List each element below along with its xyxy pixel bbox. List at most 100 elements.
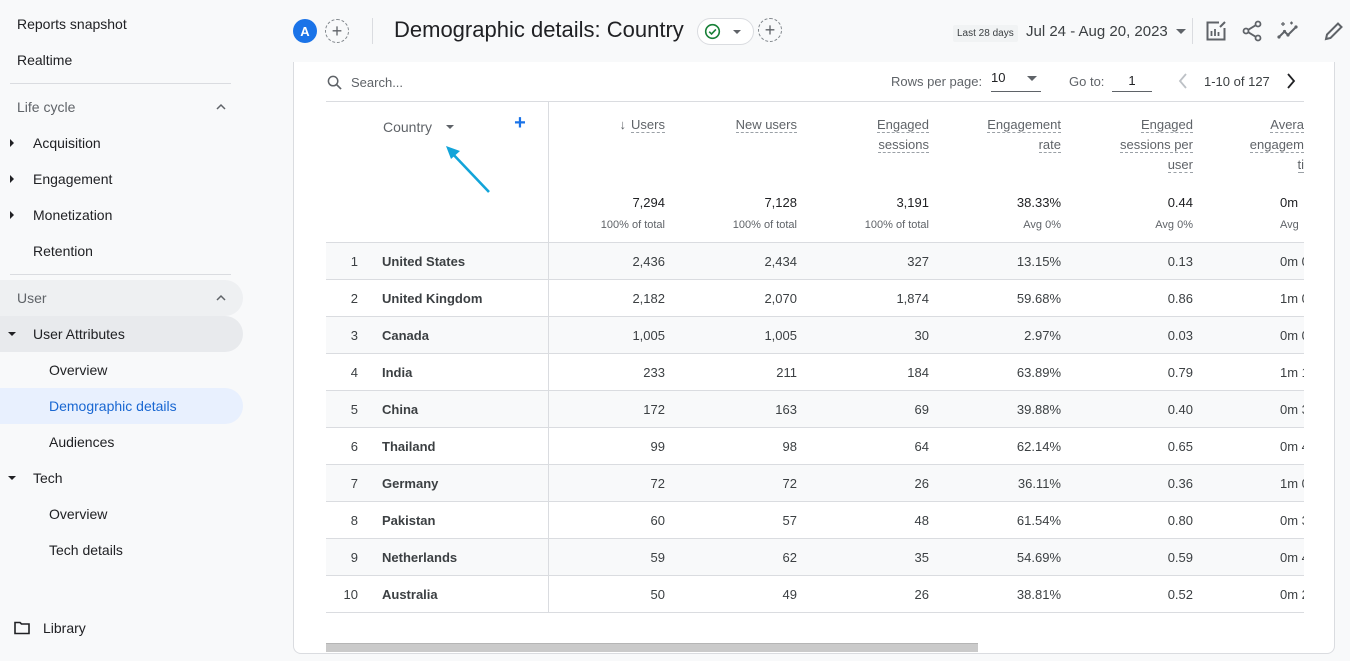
metric-cell: 2,070 — [764, 291, 797, 306]
metric-cell: 13.15% — [1016, 254, 1061, 269]
sidebar-item-monetization[interactable]: Monetization — [0, 197, 243, 233]
table-row[interactable]: 7 Germany 72 72 26 36.11% 0.36 1m 0 — [326, 465, 1304, 502]
row-index: 8 — [350, 513, 358, 528]
table-row[interactable]: 3 Canada 1,005 1,005 30 2.97% 0.03 0m 0 — [326, 317, 1304, 354]
sidebar-item-realtime[interactable]: Realtime — [0, 42, 243, 78]
country-cell: Australia — [382, 587, 438, 602]
column-header[interactable]: Engagement rate — [951, 115, 1061, 155]
caret-down-icon[interactable] — [446, 125, 454, 129]
sidebar-item-label: User Attributes — [33, 326, 125, 342]
metric-cell: 184 — [907, 365, 929, 380]
next-page-button[interactable] — [1283, 71, 1299, 91]
rows-per-page-label: Rows per page: — [891, 74, 983, 89]
sidebar-item-audiences[interactable]: Audiences — [0, 424, 243, 460]
header-divider — [372, 18, 373, 44]
metric-cell: 0m 4 — [1280, 550, 1304, 565]
column-header[interactable]: ↓ Users — [555, 115, 665, 135]
table-row[interactable]: 1 United States 2,436 2,434 327 13.15% 0.13 0m … — [326, 243, 1304, 280]
metric-cell: 1,005 — [632, 328, 665, 343]
caret-down-icon — [1175, 29, 1186, 34]
column-header[interactable]: Engaged sessions — [819, 115, 929, 155]
caret-right-icon — [8, 139, 16, 147]
sidebar-section-life-cycle[interactable]: Life cycle — [0, 89, 243, 125]
table-row[interactable]: 6 Thailand 99 98 64 62.14% 0.65 0m 4 — [326, 428, 1304, 465]
metric-cell: 327 — [907, 254, 929, 269]
add-dimension-button[interactable]: + — [512, 113, 528, 133]
metric-cell: 0m 2 — [1280, 587, 1304, 602]
sidebar-item-tech-overview[interactable]: Overview — [0, 496, 243, 532]
table-row[interactable]: 5 China 172 163 69 39.88% 0.40 0m 3 — [326, 391, 1304, 428]
column-header-label: rate — [1038, 137, 1061, 153]
dimension-select[interactable]: Country — [383, 119, 432, 135]
column-header[interactable]: Engaged sessions per user — [1083, 115, 1193, 175]
country-cell: Thailand — [382, 439, 436, 454]
sidebar-divider — [10, 274, 231, 275]
column-total-subtext: Avg 0% — [1155, 219, 1193, 231]
rows-per-page-value: 10 — [991, 70, 1006, 85]
report-header: A + Demographic details: Country + Last … — [270, 0, 1350, 62]
search-icon — [327, 75, 342, 90]
metric-cell: 39.88% — [1016, 402, 1061, 417]
sidebar-item-tech[interactable]: Tech — [0, 460, 243, 496]
share-icon[interactable] — [1240, 19, 1264, 43]
metric-cell: 36.11% — [1017, 476, 1061, 491]
report-status-dropdown[interactable] — [697, 18, 754, 45]
header-divider — [1192, 18, 1193, 44]
column-header-label: Users — [631, 117, 665, 133]
rows-per-page-select[interactable]: 10 — [991, 70, 1041, 92]
sidebar-item-engagement[interactable]: Engagement — [0, 161, 243, 197]
table-row[interactable]: 4 India 233 211 184 63.89% 0.79 1m 1 — [326, 354, 1304, 391]
metric-cell: 2,436 — [632, 254, 665, 269]
chevron-left-icon — [1178, 73, 1187, 89]
column-header[interactable]: New users — [687, 115, 797, 135]
sidebar-item-overview[interactable]: Overview — [0, 352, 243, 388]
sidebar-item-user-attributes[interactable]: User Attributes — [0, 316, 243, 352]
sidebar-item-retention[interactable]: Retention — [0, 233, 243, 269]
date-range-picker[interactable]: Jul 24 - Aug 20, 2023 — [1026, 23, 1186, 40]
sidebar-item-library[interactable]: Library — [0, 610, 243, 646]
horizontal-scrollbar[interactable] — [326, 643, 978, 652]
caret-right-icon — [8, 211, 16, 219]
column-header[interactable]: Avera engagem ti — [1214, 115, 1304, 175]
caret-down-icon — [1027, 76, 1037, 81]
metric-cell: 0.52 — [1167, 587, 1193, 602]
table-row[interactable]: 10 Australia 50 49 26 38.81% 0.52 0m 2 — [326, 576, 1304, 613]
metric-cell: 1m 1 — [1280, 365, 1304, 380]
sidebar-item-acquisition[interactable]: Acquisition — [0, 125, 243, 161]
pagination-info: 1-10 of 127 — [1204, 74, 1270, 89]
metric-cell: 0.65 — [1167, 439, 1193, 454]
column-header-label: user — [1167, 157, 1193, 173]
metric-cell: 72 — [650, 476, 665, 491]
country-cell: United States — [382, 254, 466, 269]
add-comparison-button[interactable]: + — [325, 19, 349, 43]
sidebar-section-user[interactable]: User — [0, 280, 243, 316]
search-input[interactable] — [351, 72, 651, 92]
comparison-avatar[interactable]: A — [293, 19, 317, 43]
sort-descending-icon[interactable]: ↓ — [620, 115, 627, 135]
metric-cell: 0.59 — [1167, 550, 1193, 565]
insights-icon[interactable] — [1276, 19, 1300, 43]
column-header-label: Engagement — [987, 117, 1061, 133]
sidebar-item-tech-details[interactable]: Tech details — [0, 532, 243, 568]
table-row[interactable]: 8 Pakistan 60 57 48 61.54% 0.80 0m 3 — [326, 502, 1304, 539]
table-row[interactable]: 2 United Kingdom 2,182 2,070 1,874 59.68% 0.86… — [326, 280, 1304, 317]
metric-cell: 2,434 — [764, 254, 797, 269]
metric-cell: 26 — [914, 476, 929, 491]
goto-page-input[interactable] — [1112, 70, 1152, 92]
sidebar-item-label: Tech — [33, 470, 63, 486]
edit-icon[interactable] — [1322, 19, 1346, 43]
customize-report-icon[interactable] — [1204, 19, 1228, 43]
add-filter-button[interactable]: + — [758, 18, 782, 42]
sidebar-item-reports-snapshot[interactable]: Reports snapshot — [0, 6, 243, 42]
metric-cell: 61.54% — [1016, 513, 1061, 528]
row-index: 10 — [343, 587, 358, 602]
column-divider — [548, 101, 549, 613]
metric-cell: 38.81% — [1016, 587, 1061, 602]
table-row[interactable]: 9 Netherlands 59 62 35 54.69% 0.59 0m 4 — [326, 539, 1304, 576]
country-cell: Germany — [382, 476, 439, 491]
previous-page-button[interactable] — [1175, 71, 1191, 91]
metric-cell: 0.40 — [1167, 402, 1193, 417]
sidebar-item-demographic-details[interactable]: Demographic details — [0, 388, 243, 424]
chevron-up-icon — [216, 103, 226, 110]
metric-cell: 0.03 — [1167, 328, 1193, 343]
